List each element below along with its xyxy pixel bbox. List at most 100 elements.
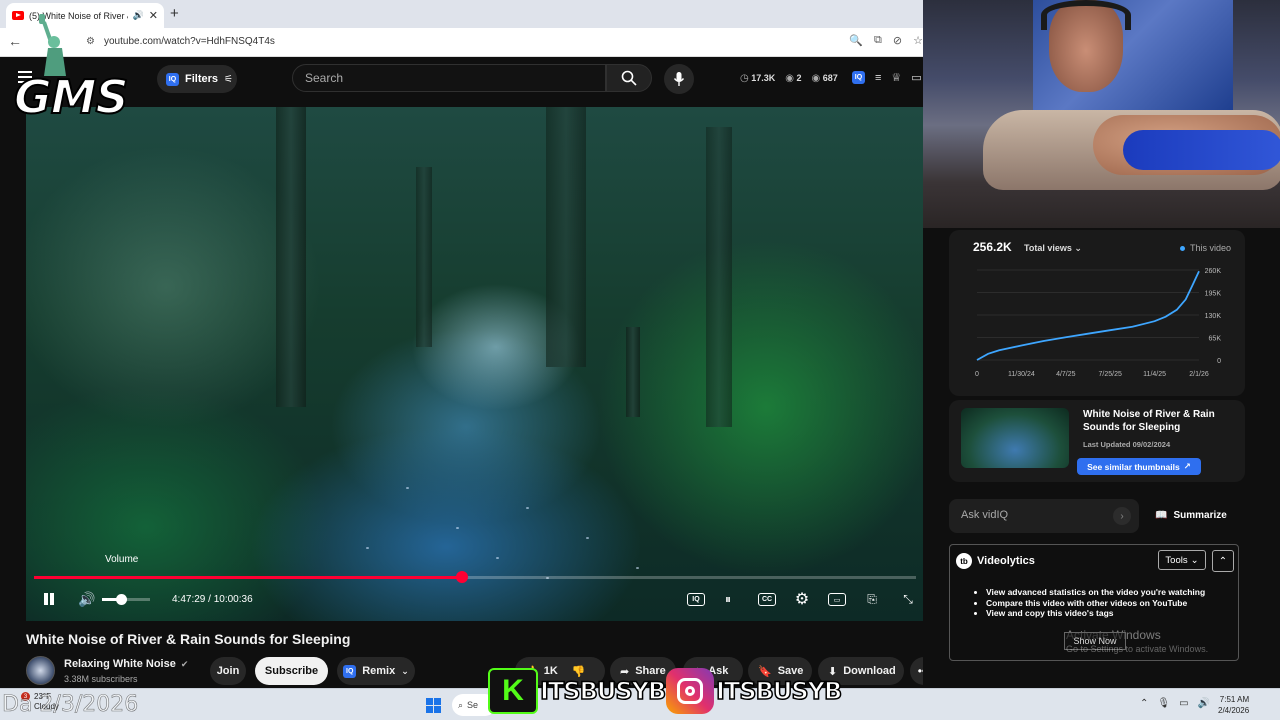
feature-item: View and copy this video's tags <box>986 608 1205 619</box>
videolytics-logo-icon: tb <box>956 553 972 569</box>
videolytics-panel: tb Videolytics Tools ⌄ ⌃ View advanced s… <box>949 544 1239 661</box>
instagram-handle: ITSBUSYB <box>715 676 843 706</box>
video-player[interactable] <box>26 107 923 621</box>
pause-button[interactable] <box>42 592 56 606</box>
volume-tooltip: Volume <box>105 554 139 565</box>
player-controls: 🔊 4:47:29 / 10:00:36 IQ ⏸ CC ⚙ ▭ ⎘ ⤡ <box>26 586 923 614</box>
taskbar-clock[interactable]: 7:51 AM 2/4/2026 <box>1218 694 1249 716</box>
back-arrow-icon[interactable]: ← <box>8 33 22 49</box>
total-views-dropdown[interactable]: Total views ⌄ <box>1024 243 1082 254</box>
screen: (5) White Noise of River & 🔊 ✕ + ← ⚙ you… <box>0 0 1280 720</box>
time-display: 4:47:29 / 10:00:36 <box>172 594 253 605</box>
feature-item: Compare this video with other videos on … <box>986 598 1205 609</box>
collapse-chevron-up-icon[interactable]: ⌃ <box>1212 550 1234 572</box>
date-overlay-text: Da 2/3/2026 <box>2 692 139 718</box>
browser-tab-bar: (5) White Noise of River & 🔊 ✕ + <box>0 0 923 28</box>
trophy-icon[interactable]: ♕ <box>891 71 901 84</box>
voice-search-button[interactable] <box>664 64 694 94</box>
miniplayer-icon[interactable]: ▭ <box>828 593 846 606</box>
address-bar-actions: 🔍 ⧉ ⊘ ☆ <box>849 34 923 47</box>
tools-label: Tools <box>1165 554 1188 566</box>
sliders-icon: ⚟ <box>224 73 233 85</box>
address-bar: ← ⚙ youtube.com/watch?v=HdhFNSQ4T4s 🔍 ⧉ … <box>0 28 923 57</box>
videolytics-title: Videolytics <box>977 555 1035 567</box>
headset <box>1041 0 1131 30</box>
youtube-masthead: IQ Filters ⚟ Search ◷ 17.3K ◉ 2 ◉ 687 IQ… <box>0 57 923 103</box>
stat-likes: 687 <box>822 73 838 83</box>
cast-icon[interactable]: ▭ <box>911 71 921 84</box>
book-icon: 📖 <box>1155 510 1168 521</box>
windows-start-icon[interactable] <box>426 698 441 713</box>
feature-list: View advanced statistics on the video yo… <box>976 587 1205 619</box>
kick-logo-icon: K <box>488 668 538 714</box>
join-button[interactable]: Join <box>210 657 246 685</box>
vidiq-player-icon[interactable]: IQ <box>687 593 705 606</box>
remix-button[interactable]: IQ Remix ⌄ <box>337 657 415 685</box>
y-tick-label: 195K <box>1205 291 1222 298</box>
volume-icon[interactable]: 🔊 <box>78 591 95 608</box>
bookmark-icon: 🔖 <box>758 665 772 678</box>
video-title: White Noise of River & Rain Sounds for S… <box>26 631 351 647</box>
search-input[interactable]: Search <box>292 64 606 92</box>
series-line <box>976 270 1200 361</box>
speaker-icon[interactable]: 🔊 <box>1198 698 1210 709</box>
captions-icon[interactable]: CC <box>758 593 776 606</box>
x-tick-label: 11/30/24 <box>1008 371 1035 378</box>
autoplay-pause-icon[interactable]: ⏸ <box>718 590 738 608</box>
url-text[interactable]: youtube.com/watch?v=HdhFNSQ4T4s <box>104 36 275 47</box>
search-button[interactable] <box>606 64 652 92</box>
vidiq-stats: ◷ 17.3K ◉ 2 ◉ 687 <box>740 73 838 84</box>
channel-name[interactable]: Relaxing White Noise ✔ <box>64 658 188 670</box>
chevron-right-icon[interactable]: › <box>1113 507 1131 525</box>
summarize-button[interactable]: 📖 Summarize <box>1155 510 1227 521</box>
vidiq-extension-icon[interactable]: IQ <box>852 71 865 84</box>
network-icon[interactable]: ▭ <box>1179 698 1188 709</box>
zoom-icon[interactable]: 🔍 <box>849 34 863 47</box>
progress-bar[interactable] <box>34 571 916 583</box>
list-icon[interactable]: ≡ <box>875 72 881 84</box>
ask-placeholder: Ask vidIQ <box>961 509 1009 521</box>
kick-handle: ITSBUSYB <box>539 676 667 706</box>
scrubber-handle[interactable] <box>455 571 468 583</box>
see-similar-thumbnails-button[interactable]: See similar thumbnails ↗ <box>1077 458 1201 475</box>
external-link-icon: ↗ <box>1183 461 1191 471</box>
vidiq-logo-icon: IQ <box>166 72 179 86</box>
y-tick-label: 65K <box>1209 336 1222 343</box>
install-icon[interactable]: ⧉ <box>874 34 882 47</box>
chevron-up-icon[interactable]: ⌃ <box>1140 698 1148 709</box>
bookmark-star-icon[interactable]: ☆ <box>913 34 923 47</box>
filters-label: Filters <box>185 73 219 85</box>
speaker-icon[interactable]: 🔊 <box>133 10 144 21</box>
site-settings-icon[interactable]: ⚙ <box>86 36 95 47</box>
vidiq-icon: IQ <box>343 664 357 678</box>
verified-check-icon: ✔ <box>180 658 189 669</box>
tree-trunk <box>706 127 732 427</box>
cast-icon[interactable]: ⎘ <box>862 590 882 608</box>
blanket <box>1123 130 1280 170</box>
clock-date: 2/4/2026 <box>1218 706 1250 715</box>
video-thumbnail[interactable] <box>961 408 1069 468</box>
like-icon: ◉ <box>811 73 821 84</box>
new-tab-button[interactable]: + <box>170 5 179 22</box>
subscribe-button[interactable]: Subscribe <box>255 657 328 685</box>
streamer-webcam <box>923 0 1280 228</box>
dislike-icon[interactable]: 👎 <box>572 665 586 678</box>
save-label: Save <box>777 665 804 677</box>
tools-dropdown[interactable]: Tools ⌄ <box>1158 550 1206 570</box>
vidiq-filters-button[interactable]: IQ Filters ⚟ <box>157 65 237 93</box>
settings-gear-icon[interactable]: ⚙ <box>792 590 812 608</box>
thumbnail-title: White Noise of River & Rain Sounds for S… <box>1083 409 1215 433</box>
volume-handle[interactable] <box>116 594 128 605</box>
exit-fullscreen-icon[interactable]: ⤡ <box>898 590 918 608</box>
y-tick-label: 0 <box>1217 358 1221 365</box>
microphone-icon[interactable]: 🎙 <box>1157 698 1170 709</box>
like-count: 1K <box>543 665 558 677</box>
microphone-icon <box>673 72 685 86</box>
channel-avatar[interactable] <box>26 656 55 685</box>
browser-tab[interactable]: (5) White Noise of River & 🔊 ✕ <box>6 3 164 28</box>
eye-off-icon[interactable]: ⊘ <box>893 34 902 47</box>
ask-vidiq-input[interactable]: Ask vidIQ › <box>949 499 1139 533</box>
close-tab-icon[interactable]: ✕ <box>149 9 158 22</box>
chart-legend: This video <box>1180 243 1231 253</box>
volume-slider[interactable] <box>102 594 150 605</box>
